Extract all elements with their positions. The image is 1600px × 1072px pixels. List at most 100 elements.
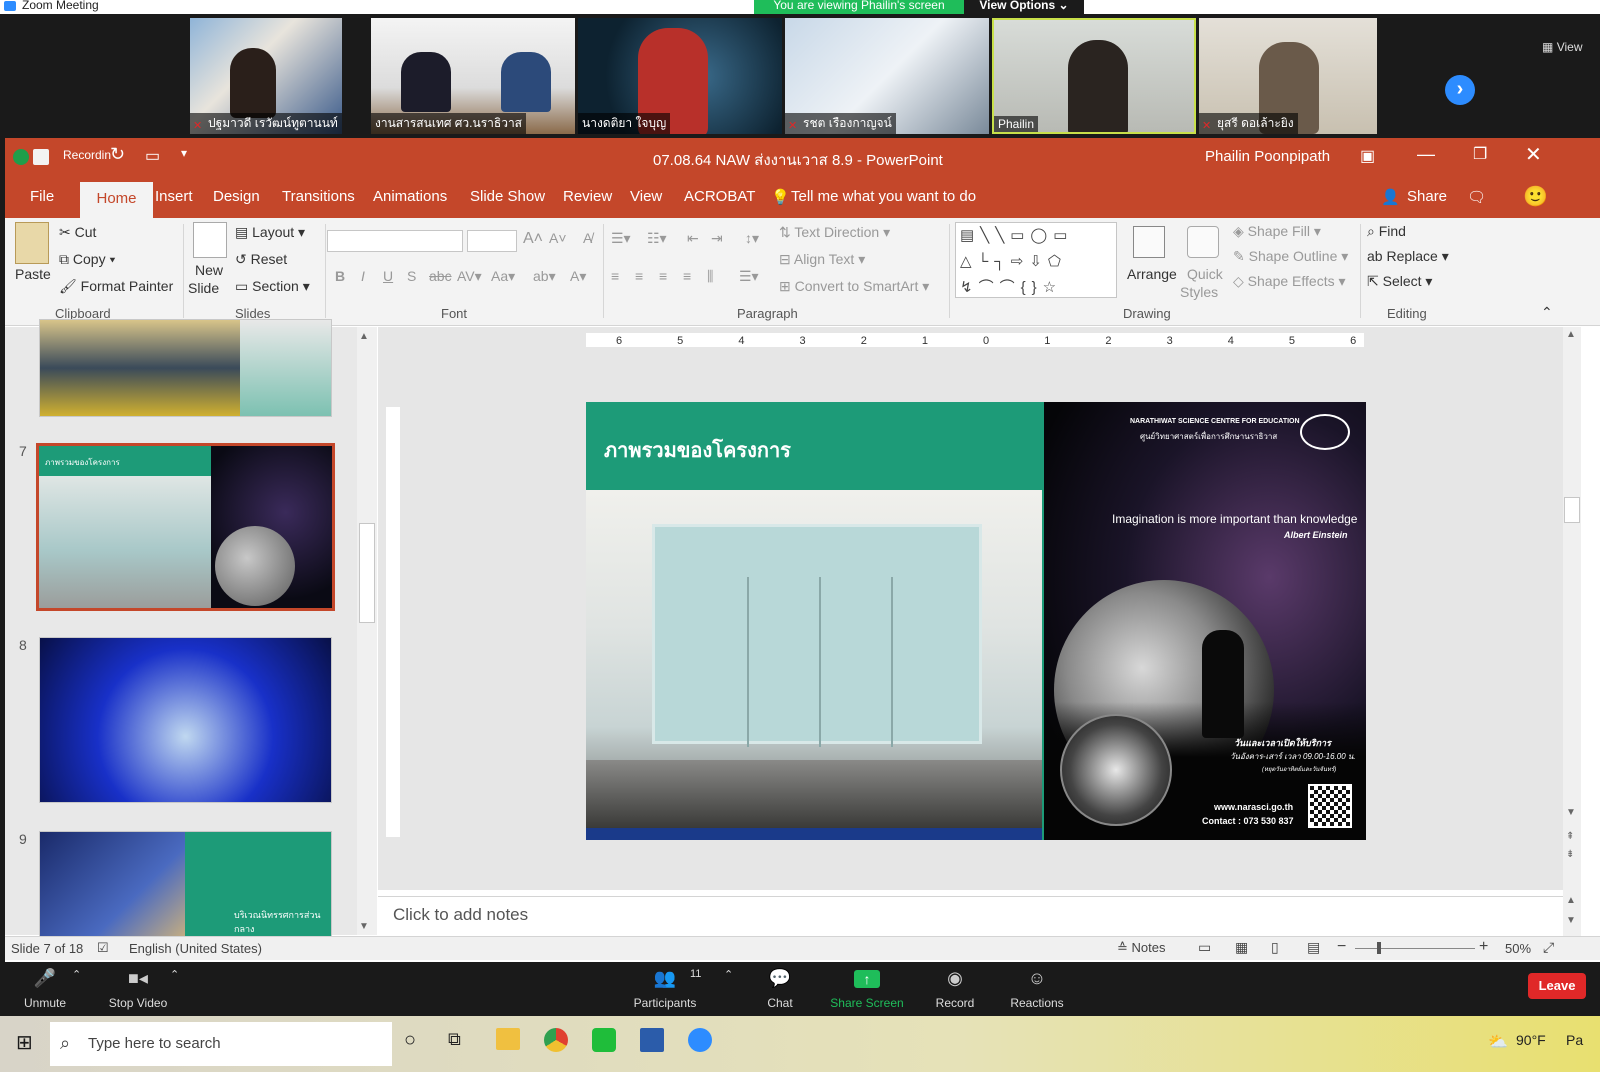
record-button[interactable]: Record: [910, 996, 1000, 1010]
paste-icon[interactable]: [15, 222, 49, 264]
cut-button[interactable]: ✂ Cut: [59, 224, 96, 241]
stop-video-button[interactable]: Stop Video: [93, 996, 183, 1010]
slide-title[interactable]: ภาพรวมของโครงการ: [604, 434, 791, 466]
font-size-select[interactable]: [467, 230, 517, 252]
slide-poster[interactable]: NARATHIWAT SCIENCE CENTRE FOR EDUCATION …: [1044, 402, 1366, 840]
notes-toggle[interactable]: ≙ Notes: [1117, 940, 1166, 956]
layout-button[interactable]: ▤ Layout ▾: [235, 224, 305, 241]
current-slide[interactable]: ภาพรวมของโครงการ NARATHIWAT SCIENCE CENT…: [586, 402, 1366, 840]
leave-button[interactable]: Leave: [1528, 973, 1586, 999]
strikethrough-icon[interactable]: abc: [429, 268, 452, 284]
ribbon-display-icon[interactable]: ▣: [1360, 146, 1375, 166]
section-button[interactable]: ▭ Section ▾: [235, 278, 310, 295]
share-screen-icon[interactable]: ↑: [822, 968, 912, 989]
zoom-slider[interactable]: [1355, 948, 1475, 949]
fit-slide-icon[interactable]: ⤢: [1543, 939, 1554, 956]
taskbar-search[interactable]: ⌕ Type here to search: [50, 1022, 392, 1066]
italic-icon[interactable]: I: [361, 268, 365, 284]
slide-editor[interactable]: 6 5 4 3 2 1 0 1 2 3 4 5 6 ภาพรวมของโครงก…: [378, 327, 1563, 890]
reactions-button[interactable]: Reactions: [992, 996, 1082, 1010]
next-slide-icon[interactable]: ⇟: [1566, 849, 1574, 860]
reading-view-icon[interactable]: ▯: [1271, 939, 1279, 956]
replace-button[interactable]: ab Replace ▾: [1367, 248, 1449, 265]
bullets-icon[interactable]: ☰▾: [611, 230, 631, 247]
tell-me-search[interactable]: Tell me what you want to do: [791, 188, 976, 205]
line-spacing-icon[interactable]: ↕▾: [745, 230, 759, 247]
video-tile[interactable]: ✕ รชต เรืองกาญจน์: [785, 18, 989, 134]
scroll-thumb[interactable]: [359, 523, 375, 623]
previous-slide-icon[interactable]: ⇞: [1566, 831, 1574, 842]
cortana-icon[interactable]: ○: [404, 1029, 416, 1052]
record-icon[interactable]: ◉: [910, 968, 1000, 989]
bold-icon[interactable]: B: [335, 268, 345, 284]
tab-animations[interactable]: Animations: [373, 188, 447, 205]
quick-styles-icon[interactable]: [1187, 226, 1219, 258]
video-tile-active-speaker[interactable]: Phailin: [992, 18, 1196, 134]
next-page-button[interactable]: ›: [1445, 75, 1475, 105]
find-button[interactable]: ⌕ Find: [1367, 223, 1406, 240]
unmute-button[interactable]: Unmute: [0, 996, 90, 1010]
arrange-button[interactable]: Arrange: [1127, 266, 1177, 282]
minimize-icon[interactable]: —: [1417, 144, 1435, 165]
smiley-feedback-icon[interactable]: 🙂: [1523, 184, 1548, 209]
select-button[interactable]: ⇱ Select ▾: [1367, 273, 1432, 290]
video-tile[interactable]: ✕ ยุสรี ดอเล้าะยิง: [1199, 18, 1377, 134]
scroll-up-icon[interactable]: ▲: [1566, 329, 1576, 340]
zoom-slider-thumb[interactable]: [1377, 942, 1381, 954]
share-screen-button[interactable]: Share Screen: [822, 996, 912, 1010]
font-family-select[interactable]: [327, 230, 463, 252]
slide-thumbnail-6[interactable]: [39, 319, 332, 417]
slide-thumbnail-8[interactable]: [39, 637, 332, 803]
zoom-in-icon[interactable]: +: [1479, 938, 1488, 956]
copy-button[interactable]: ⧉ Copy ▾: [59, 251, 115, 268]
reset-button[interactable]: ↺ Reset: [235, 251, 287, 268]
tab-home[interactable]: Home: [80, 182, 153, 218]
collapse-ribbon-icon[interactable]: ⌃: [1541, 304, 1553, 321]
video-tile[interactable]: ✕ ปฐมาวดี เรวัฒน์ทูตานนท์: [190, 18, 342, 134]
columns-icon[interactable]: ⫼: [707, 268, 713, 285]
new-slide-icon[interactable]: [193, 222, 227, 258]
shapes-gallery[interactable]: ▤╲╲▭◯▭ △└┐⇨⇩⬠ ↯⌒⌒{}☆: [955, 222, 1117, 298]
language-indicator[interactable]: English (United States): [129, 941, 262, 956]
shape-fill-button[interactable]: ◈ Shape Fill ▾: [1233, 223, 1321, 240]
shadow-icon[interactable]: S: [407, 268, 416, 284]
notes-pane[interactable]: Click to add notes: [378, 896, 1563, 936]
video-tile[interactable]: นางดติยา ใจบุญ: [578, 18, 782, 134]
tab-insert[interactable]: Insert: [155, 188, 193, 205]
tab-view[interactable]: View: [630, 188, 662, 205]
view-button[interactable]: ▦ View: [1542, 40, 1582, 54]
shape-effects-button[interactable]: ◇ Shape Effects ▾: [1233, 273, 1346, 290]
decrease-indent-icon[interactable]: ⇤: [687, 230, 699, 247]
spellcheck-icon[interactable]: ☑: [97, 940, 109, 956]
slide-sorter-icon[interactable]: ▦: [1235, 939, 1248, 956]
scroll-thumb[interactable]: [1564, 497, 1580, 523]
reactions-icon[interactable]: ☺: [992, 968, 1082, 989]
numbering-icon[interactable]: ☷▾: [647, 230, 667, 247]
notes-scroll-down-icon[interactable]: ▼: [1566, 915, 1576, 926]
view-options-button[interactable]: View Options ⌄: [964, 0, 1084, 14]
close-icon[interactable]: ✕: [1525, 142, 1542, 167]
highlight-icon[interactable]: ab▾: [533, 268, 556, 285]
audio-options-icon[interactable]: ⌃: [72, 968, 81, 981]
slide-thumbnail-7-selected[interactable]: ภาพรวมของโครงการ: [36, 443, 335, 611]
chat-icon[interactable]: 💬: [735, 968, 825, 989]
zoom-app-icon[interactable]: [688, 1028, 712, 1052]
new-slide-button[interactable]: New: [195, 262, 223, 278]
tab-file[interactable]: File: [30, 188, 54, 205]
chat-button[interactable]: Chat: [735, 996, 825, 1010]
increase-indent-icon[interactable]: ⇥: [711, 230, 723, 247]
weather-temperature[interactable]: 90°F: [1516, 1032, 1546, 1048]
share-button[interactable]: Share: [1407, 188, 1447, 205]
format-painter-button[interactable]: 🖌 Format Painter: [59, 278, 173, 295]
align-right-icon[interactable]: ≡: [659, 268, 667, 284]
new-slide-label[interactable]: Slide: [188, 280, 219, 296]
scroll-down-icon[interactable]: ▼: [1566, 807, 1576, 818]
participants-options-icon[interactable]: ⌃: [724, 968, 733, 981]
quick-styles-button[interactable]: Quick: [1187, 266, 1223, 282]
tab-acrobat[interactable]: ACROBAT: [684, 188, 755, 205]
notes-scroll-up-icon[interactable]: ▲: [1566, 895, 1576, 906]
task-view-icon[interactable]: ⧉: [448, 1029, 461, 1050]
tab-transitions[interactable]: Transitions: [282, 188, 355, 205]
char-spacing-icon[interactable]: AV▾: [457, 268, 482, 285]
tab-review[interactable]: Review: [563, 188, 612, 205]
